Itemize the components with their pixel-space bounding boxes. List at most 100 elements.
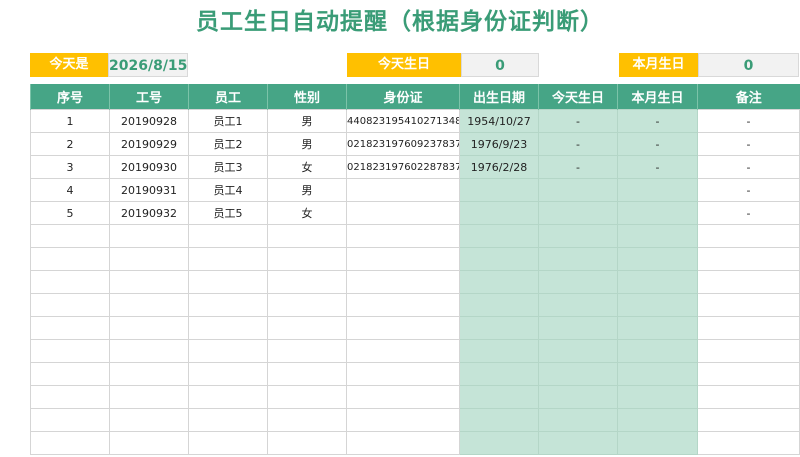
cell-employee[interactable]: 员工5: [188, 201, 268, 225]
cell-employee[interactable]: [188, 385, 268, 409]
cell-employee-id[interactable]: 20190930: [109, 155, 189, 179]
today-birthday-count-cell[interactable]: 0: [461, 53, 539, 77]
cell-month-birthday[interactable]: [617, 385, 698, 409]
cell-id-card[interactable]: [346, 408, 460, 432]
cell-employee[interactable]: [188, 293, 268, 317]
cell-month-birthday[interactable]: [617, 362, 698, 386]
cell-index[interactable]: [30, 408, 110, 432]
cell-gender[interactable]: [267, 431, 347, 455]
cell-index[interactable]: [30, 293, 110, 317]
cell-id-card[interactable]: 440823195410271348: [346, 109, 460, 133]
cell-gender[interactable]: [267, 270, 347, 294]
cell-employee[interactable]: [188, 408, 268, 432]
cell-index[interactable]: [30, 224, 110, 248]
cell-notes[interactable]: -: [697, 178, 800, 202]
cell-index[interactable]: [30, 362, 110, 386]
cell-month-birthday[interactable]: -: [617, 155, 698, 179]
cell-today-birthday[interactable]: [538, 201, 618, 225]
cell-id-card[interactable]: [346, 339, 460, 363]
cell-birth-date[interactable]: 1976/9/23: [459, 132, 539, 156]
cell-birth-date[interactable]: [459, 201, 539, 225]
cell-employee-id[interactable]: [109, 247, 189, 271]
cell-month-birthday[interactable]: -: [617, 109, 698, 133]
cell-notes[interactable]: [697, 431, 800, 455]
cell-employee[interactable]: [188, 431, 268, 455]
cell-gender[interactable]: 男: [267, 109, 347, 133]
cell-gender[interactable]: [267, 362, 347, 386]
cell-index[interactable]: [30, 431, 110, 455]
header-employee-id[interactable]: 工号: [109, 84, 189, 110]
cell-month-birthday[interactable]: [617, 270, 698, 294]
cell-notes[interactable]: -: [697, 155, 800, 179]
cell-id-card[interactable]: [346, 362, 460, 386]
cell-id-card[interactable]: [346, 178, 460, 202]
cell-today-birthday[interactable]: [538, 247, 618, 271]
cell-today-birthday[interactable]: [538, 224, 618, 248]
cell-id-card[interactable]: 021823197609237837: [346, 132, 460, 156]
cell-month-birthday[interactable]: [617, 408, 698, 432]
cell-month-birthday[interactable]: [617, 339, 698, 363]
header-month-birthday[interactable]: 本月生日: [617, 84, 698, 110]
cell-employee-id[interactable]: [109, 339, 189, 363]
cell-birth-date[interactable]: [459, 293, 539, 317]
cell-today-birthday[interactable]: [538, 385, 618, 409]
cell-id-card[interactable]: 021823197602287837: [346, 155, 460, 179]
cell-employee-id[interactable]: [109, 293, 189, 317]
cell-gender[interactable]: [267, 408, 347, 432]
cell-gender[interactable]: [267, 339, 347, 363]
header-id-card[interactable]: 身份证: [346, 84, 460, 110]
cell-birth-date[interactable]: 1976/2/28: [459, 155, 539, 179]
cell-id-card[interactable]: [346, 201, 460, 225]
cell-id-card[interactable]: [346, 385, 460, 409]
cell-birth-date[interactable]: [459, 339, 539, 363]
cell-birth-date[interactable]: [459, 247, 539, 271]
cell-gender[interactable]: 男: [267, 178, 347, 202]
cell-employee-id[interactable]: [109, 408, 189, 432]
cell-month-birthday[interactable]: -: [617, 132, 698, 156]
cell-birth-date[interactable]: [459, 408, 539, 432]
cell-employee[interactable]: [188, 316, 268, 340]
cell-today-birthday[interactable]: [538, 339, 618, 363]
cell-index[interactable]: [30, 316, 110, 340]
cell-birth-date[interactable]: [459, 270, 539, 294]
cell-id-card[interactable]: [346, 293, 460, 317]
cell-birth-date[interactable]: [459, 178, 539, 202]
cell-employee[interactable]: [188, 339, 268, 363]
cell-month-birthday[interactable]: [617, 293, 698, 317]
cell-employee-id[interactable]: 20190929: [109, 132, 189, 156]
cell-employee-id[interactable]: 20190928: [109, 109, 189, 133]
cell-notes[interactable]: [697, 247, 800, 271]
cell-notes[interactable]: [697, 224, 800, 248]
cell-notes[interactable]: -: [697, 109, 800, 133]
cell-employee[interactable]: [188, 270, 268, 294]
cell-employee-id[interactable]: 20190932: [109, 201, 189, 225]
cell-today-birthday[interactable]: [538, 270, 618, 294]
cell-month-birthday[interactable]: [617, 247, 698, 271]
cell-employee[interactable]: [188, 362, 268, 386]
cell-employee[interactable]: 员工3: [188, 155, 268, 179]
cell-employee-id[interactable]: [109, 431, 189, 455]
cell-month-birthday[interactable]: [617, 178, 698, 202]
cell-today-birthday[interactable]: [538, 316, 618, 340]
cell-today-birthday[interactable]: [538, 362, 618, 386]
cell-id-card[interactable]: [346, 224, 460, 248]
cell-notes[interactable]: [697, 408, 800, 432]
header-employee[interactable]: 员工: [188, 84, 268, 110]
cell-employee-id[interactable]: [109, 270, 189, 294]
cell-gender[interactable]: [267, 385, 347, 409]
header-notes[interactable]: 备注: [697, 84, 800, 110]
cell-employee[interactable]: [188, 247, 268, 271]
cell-birth-date[interactable]: 1954/10/27: [459, 109, 539, 133]
header-today-birthday[interactable]: 今天生日: [538, 84, 618, 110]
cell-gender[interactable]: [267, 247, 347, 271]
cell-birth-date[interactable]: [459, 316, 539, 340]
cell-index[interactable]: 2: [30, 132, 110, 156]
cell-today-birthday[interactable]: [538, 293, 618, 317]
cell-id-card[interactable]: [346, 316, 460, 340]
cell-notes[interactable]: [697, 385, 800, 409]
cell-index[interactable]: [30, 247, 110, 271]
cell-birth-date[interactable]: [459, 362, 539, 386]
cell-index[interactable]: [30, 270, 110, 294]
cell-gender[interactable]: 男: [267, 132, 347, 156]
cell-month-birthday[interactable]: [617, 224, 698, 248]
